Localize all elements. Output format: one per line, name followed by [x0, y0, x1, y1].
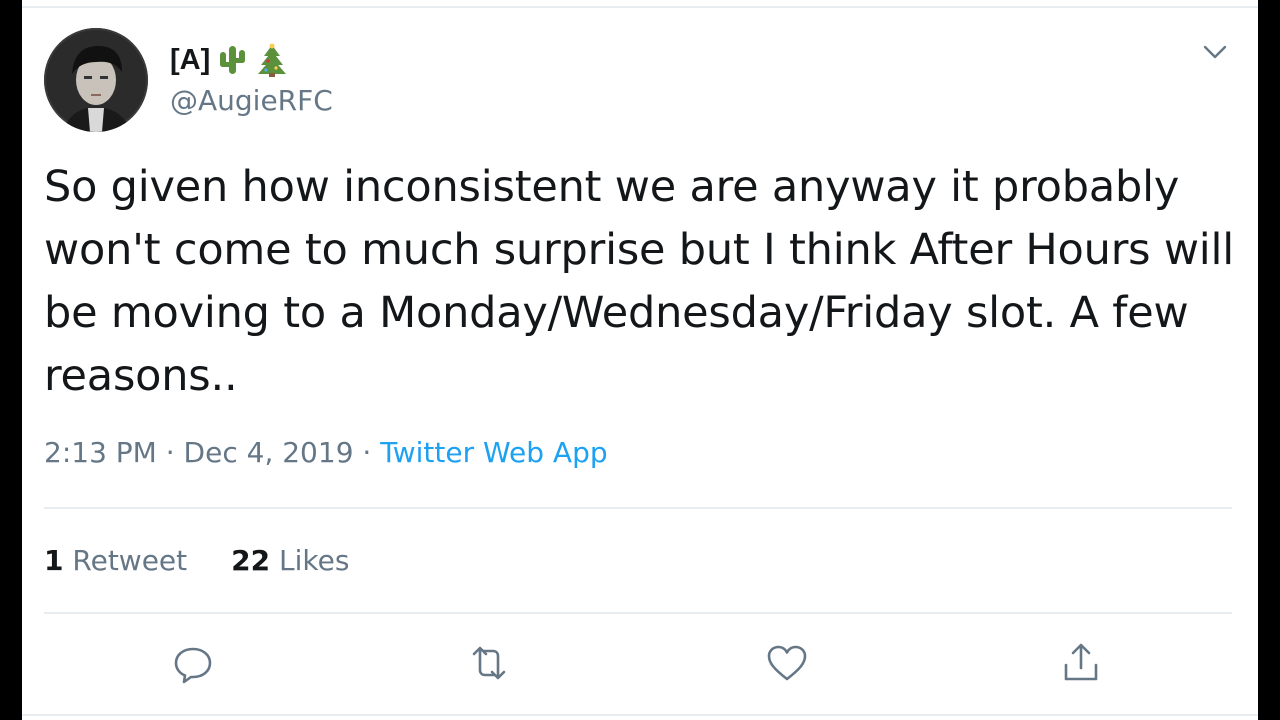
tweet-time[interactable]: 2:13 PM	[44, 436, 157, 469]
user-handle[interactable]: @AugieRFC	[170, 84, 333, 117]
top-border	[22, 6, 1258, 8]
retweet-icon[interactable]	[466, 640, 512, 686]
like-icon[interactable]	[764, 640, 810, 686]
tweet-date[interactable]: Dec 4, 2019	[184, 436, 354, 469]
likes-label: Likes	[279, 544, 350, 577]
christmas-tree-emoji	[258, 43, 287, 77]
retweets-label: Retweet	[72, 544, 188, 577]
avatar-image	[44, 28, 148, 132]
retweets-stat[interactable]: 1 Retweet	[44, 544, 187, 577]
divider	[44, 507, 1232, 509]
retweets-count: 1	[44, 544, 64, 577]
display-name[interactable]: [A]	[170, 42, 290, 78]
tweet-card: [A] @AugieRFC So given how inconsistent …	[22, 0, 1258, 720]
action-bar	[22, 640, 1258, 690]
bottom-border	[22, 714, 1258, 716]
engagement-stats: 1 Retweet 22 Likes	[44, 544, 349, 577]
chevron-down-icon[interactable]	[1200, 40, 1230, 64]
separator: ·	[165, 436, 175, 469]
reply-icon[interactable]	[170, 640, 216, 686]
separator: ·	[362, 436, 372, 469]
share-icon[interactable]	[1058, 640, 1104, 686]
divider	[44, 612, 1232, 614]
likes-stat[interactable]: 22 Likes	[231, 544, 349, 577]
cactus-emoji	[220, 46, 246, 74]
display-name-text: [A]	[170, 43, 211, 76]
likes-count: 22	[231, 544, 271, 577]
tweet-metadata: 2:13 PM · Dec 4, 2019 · Twitter Web App	[44, 436, 608, 469]
source-link[interactable]: Twitter Web App	[380, 436, 607, 469]
tweet-text: So given how inconsistent we are anyway …	[44, 162, 1235, 401]
avatar[interactable]	[44, 28, 148, 132]
